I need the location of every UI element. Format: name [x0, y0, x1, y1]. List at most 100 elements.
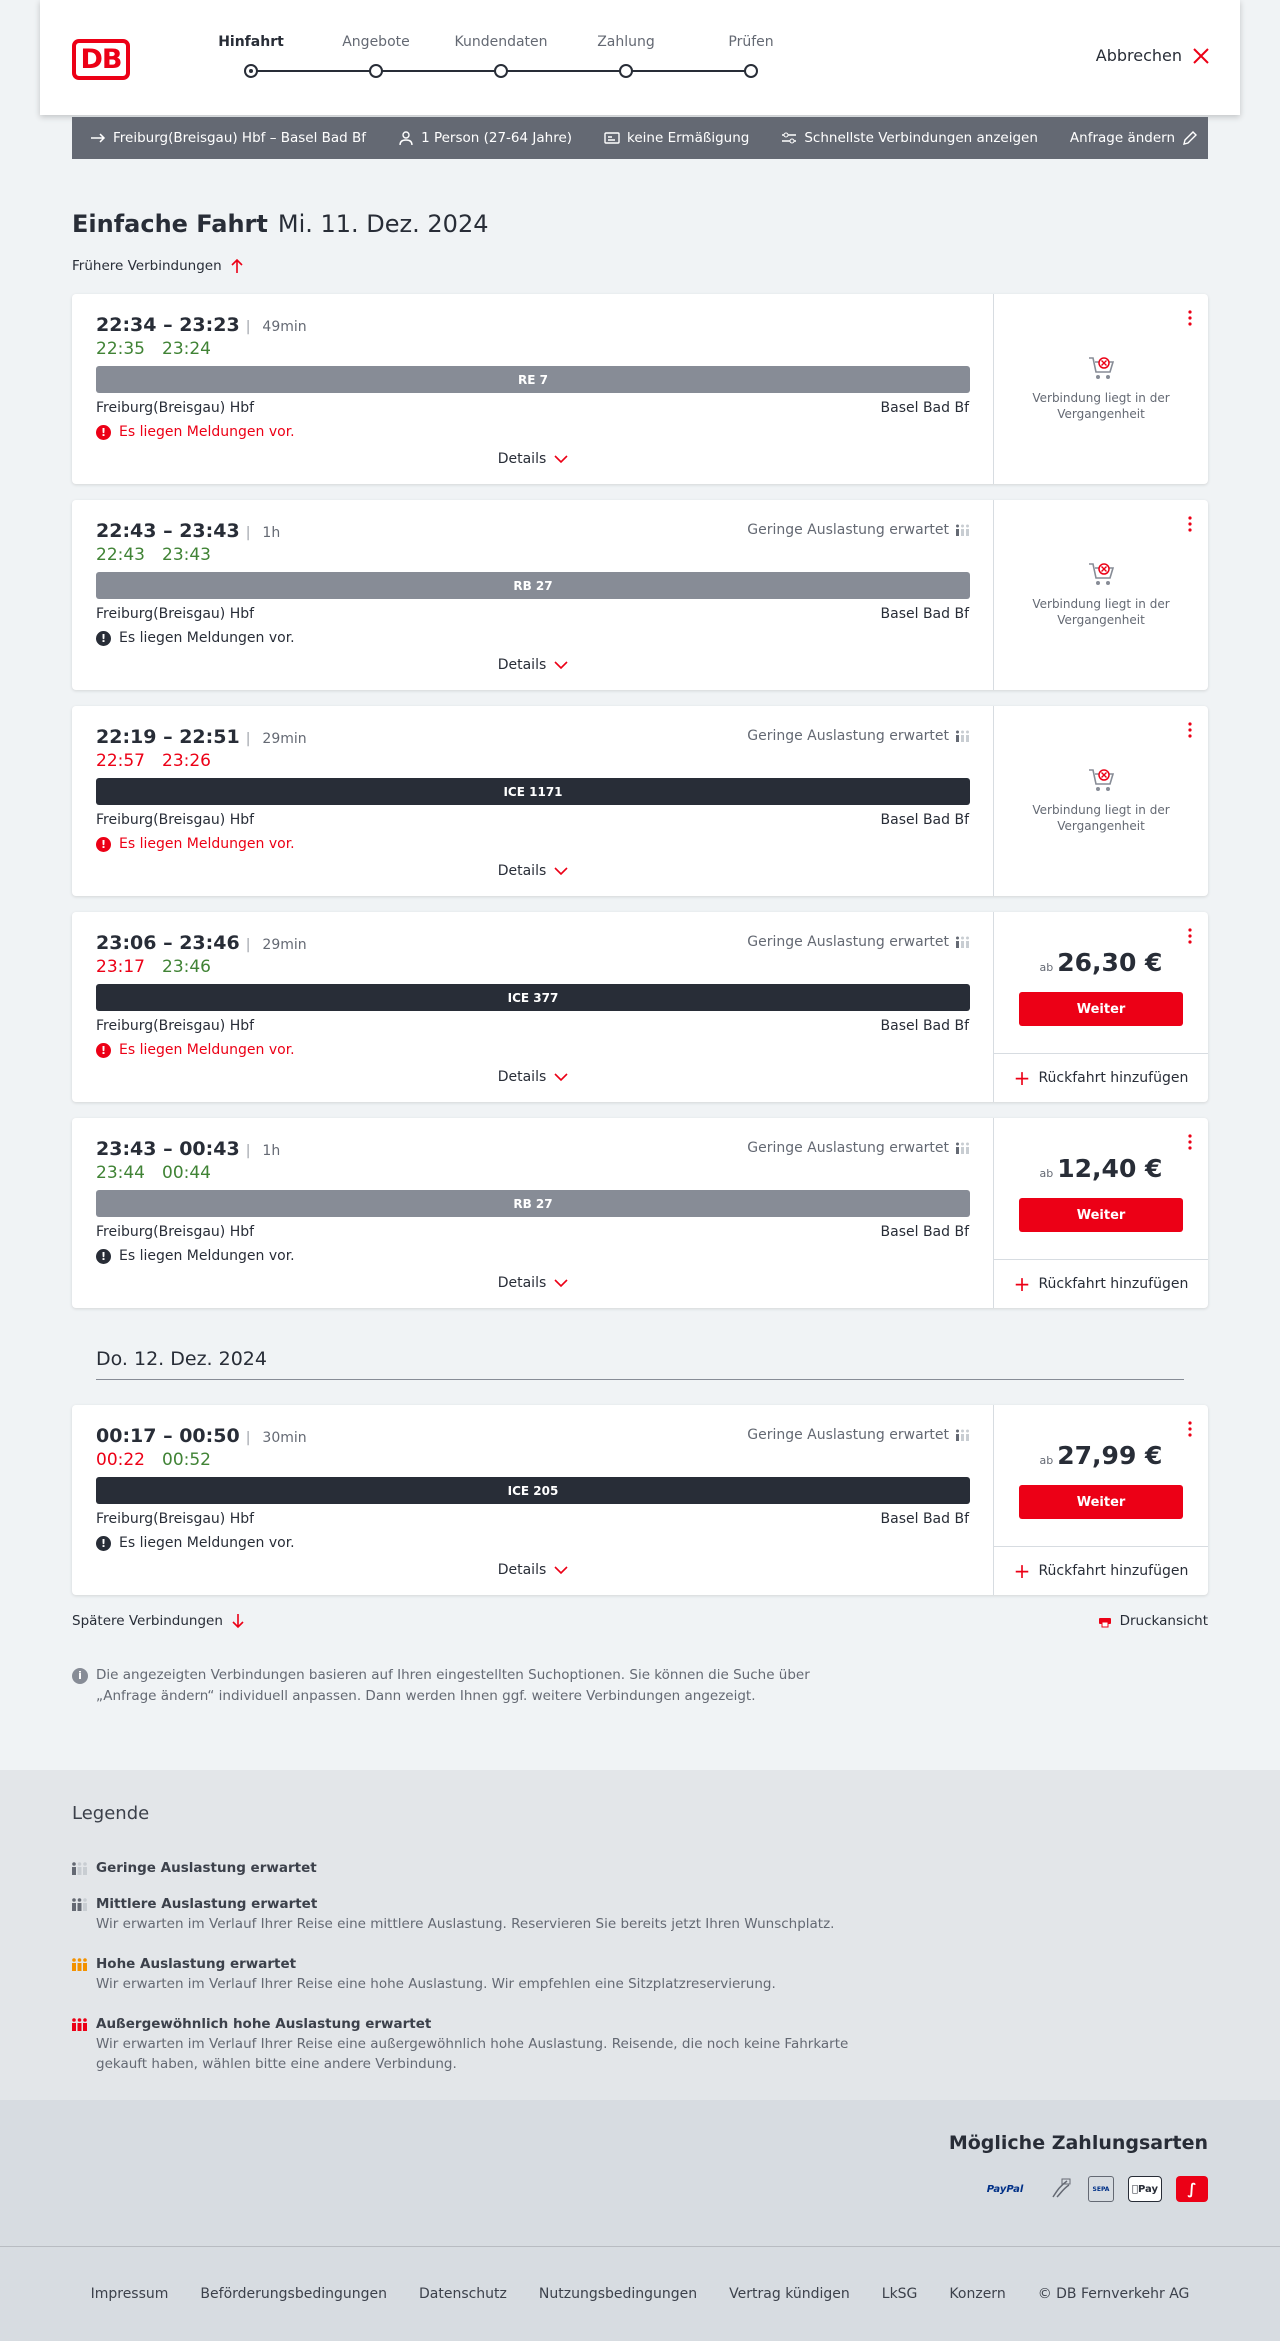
details-label: Details — [497, 1275, 547, 1291]
more-options-icon[interactable] — [1188, 1421, 1192, 1437]
offer-panel: ab 26,30 € Weiter + Rückfahrt hinzufügen — [994, 912, 1208, 1102]
past-label: Verbindung liegt in der Vergangenheit — [1032, 391, 1170, 421]
connection-details: 22:34 – 23:23 49min 22:35 23:24 RE 7 Freib… — [72, 294, 994, 484]
train-bar[interactable]: RE 7 — [96, 366, 970, 393]
footer-link[interactable]: Konzern — [949, 2286, 1005, 2302]
step-angebote: Angebote — [342, 34, 410, 50]
earlier-label: Frühere Verbindungen — [72, 258, 222, 274]
cancel-button[interactable]: Abbrechen — [1096, 46, 1210, 65]
occupancy-label: Geringe Auslastung erwartet — [747, 1140, 949, 1156]
query-discount[interactable]: keine Ermäßigung — [604, 130, 749, 146]
legend-item-title: Geringe Auslastung erwartet — [96, 1860, 317, 1876]
later-connections-link[interactable]: Spätere Verbindungen — [72, 1613, 245, 1629]
scheduled-times: 23:06 – 23:46 29min — [96, 932, 307, 954]
continue-button[interactable]: Weiter — [1019, 992, 1183, 1026]
realtime-arrival: 23:26 — [162, 751, 211, 771]
footer-link[interactable]: Beförderungsbedingungen — [200, 2286, 387, 2302]
realtime-arrival: 23:24 — [162, 339, 211, 359]
price-value: 12,40 € — [1057, 1154, 1163, 1183]
db-card-icon: ∫ — [1176, 2176, 1208, 2202]
payment-title: Mögliche Zahlungsarten — [948, 2132, 1208, 2154]
plus-icon: + — [1013, 1066, 1031, 1090]
legend-item-text: Wir erwarten im Verlauf Ihrer Reise eine… — [96, 1976, 776, 1992]
step-pruefen: Prüfen — [728, 34, 774, 50]
change-query-button[interactable]: Anfrage ändern — [1070, 130, 1198, 146]
cart-unavailable-icon — [1089, 769, 1115, 791]
scheduled-times: 23:43 – 00:43 1h — [96, 1138, 280, 1160]
legend-item: Außergewöhnlich hohe Auslastung erwartet… — [72, 2014, 872, 2074]
realtime-departure: 22:35 — [96, 339, 145, 359]
arrival-station: Basel Bad Bf — [880, 1511, 969, 1527]
alert-icon: ! — [96, 836, 111, 852]
trip-date: Mi. 11. Dez. 2024 — [277, 210, 489, 238]
chevron-down-icon — [554, 867, 568, 876]
time-range: 23:06 – 23:46 — [96, 932, 240, 954]
more-options-icon[interactable] — [1188, 722, 1192, 738]
duration: 29min — [246, 937, 307, 953]
footer-link[interactable]: LkSG — [882, 2286, 918, 2302]
add-return-button[interactable]: + Rückfahrt hinzufügen — [994, 1259, 1208, 1308]
footer-link[interactable]: Nutzungsbedingungen — [539, 2286, 697, 2302]
occupancy-label: Geringe Auslastung erwartet — [747, 522, 949, 538]
details-toggle[interactable]: Details — [72, 657, 994, 673]
continue-button[interactable]: Weiter — [1019, 1198, 1183, 1232]
message-text: Es liegen Meldungen vor. — [119, 630, 295, 646]
db-logo[interactable]: DB — [72, 39, 130, 80]
train-bar[interactable]: ICE 205 — [96, 1477, 970, 1504]
duration: 49min — [246, 319, 307, 335]
details-toggle[interactable]: Details — [72, 863, 994, 879]
footer-link[interactable]: Impressum — [91, 2286, 169, 2302]
realtime-times: 22:57 23:26 — [96, 751, 228, 771]
more-options-icon[interactable] — [1188, 928, 1192, 944]
message-notice: ! Es liegen Meldungen vor. — [96, 1248, 295, 1264]
add-return-button[interactable]: + Rückfahrt hinzufügen — [994, 1546, 1208, 1595]
arrival-station: Basel Bad Bf — [880, 1018, 969, 1034]
details-label: Details — [497, 863, 547, 879]
query-fastest[interactable]: Schnellste Verbindungen anzeigen — [781, 130, 1038, 146]
step-dot-kundendaten — [494, 64, 508, 78]
continue-button[interactable]: Weiter — [1019, 1485, 1183, 1519]
more-options-icon[interactable] — [1188, 516, 1192, 532]
print-label: Druckansicht — [1119, 1613, 1208, 1629]
occupancy-info: Geringe Auslastung erwartet — [747, 1427, 969, 1443]
realtime-arrival: 00:52 — [162, 1450, 211, 1470]
card-icon — [604, 132, 620, 144]
train-bar[interactable]: ICE 1171 — [96, 778, 970, 805]
more-options-icon[interactable] — [1188, 310, 1192, 326]
more-options-icon[interactable] — [1188, 1134, 1192, 1150]
print-view-link[interactable]: Druckansicht — [1098, 1613, 1208, 1629]
train-bar[interactable]: RB 27 — [96, 572, 970, 599]
past-label: Verbindung liegt in der Vergangenheit — [1032, 597, 1170, 627]
legend-item-title: Außergewöhnlich hohe Auslastung erwartet — [96, 2016, 432, 2032]
cart-unavailable-icon — [1089, 357, 1115, 379]
step-dot-hinfahrt — [244, 64, 258, 78]
details-label: Details — [497, 1069, 547, 1085]
plus-icon: + — [1013, 1559, 1031, 1583]
price-value: 27,99 € — [1057, 1441, 1163, 1470]
chevron-down-icon — [554, 661, 568, 670]
price: ab 26,30 € — [994, 948, 1208, 977]
add-return-button[interactable]: + Rückfahrt hinzufügen — [994, 1053, 1208, 1102]
train-bar[interactable]: ICE 377 — [96, 984, 970, 1011]
credit-card-icon — [1048, 2176, 1074, 2202]
close-icon — [1193, 47, 1209, 64]
details-toggle[interactable]: Details — [72, 1069, 994, 1085]
departure-station: Freiburg(Breisgau) Hbf — [96, 1511, 255, 1527]
details-toggle[interactable]: Details — [72, 1275, 994, 1291]
footer-link[interactable]: Datenschutz — [419, 2286, 507, 2302]
chevron-down-icon — [554, 1279, 568, 1288]
query-route[interactable]: Freiburg(Breisgau) Hbf – Basel Bad Bf — [90, 130, 366, 146]
offer-panel: ab 12,40 € Weiter + Rückfahrt hinzufügen — [994, 1118, 1208, 1308]
day-separator: Do. 12. Dez. 2024 — [96, 1348, 1184, 1380]
query-persons[interactable]: 1 Person (27-64 Jahre) — [398, 130, 572, 146]
details-toggle[interactable]: Details — [72, 1562, 994, 1578]
payment-methods: Mögliche Zahlungsarten PayPal SEPA Pay … — [0, 2100, 1280, 2246]
train-bar[interactable]: RB 27 — [96, 1190, 970, 1217]
price-prefix: ab — [1039, 1167, 1054, 1180]
occupancy-level-icon — [72, 2018, 87, 2031]
earlier-connections-link[interactable]: Frühere Verbindungen — [72, 258, 244, 274]
duration: 29min — [246, 731, 307, 747]
details-toggle[interactable]: Details — [72, 451, 994, 467]
message-text: Es liegen Meldungen vor. — [119, 1248, 295, 1264]
footer-link[interactable]: Vertrag kündigen — [729, 2286, 850, 2302]
